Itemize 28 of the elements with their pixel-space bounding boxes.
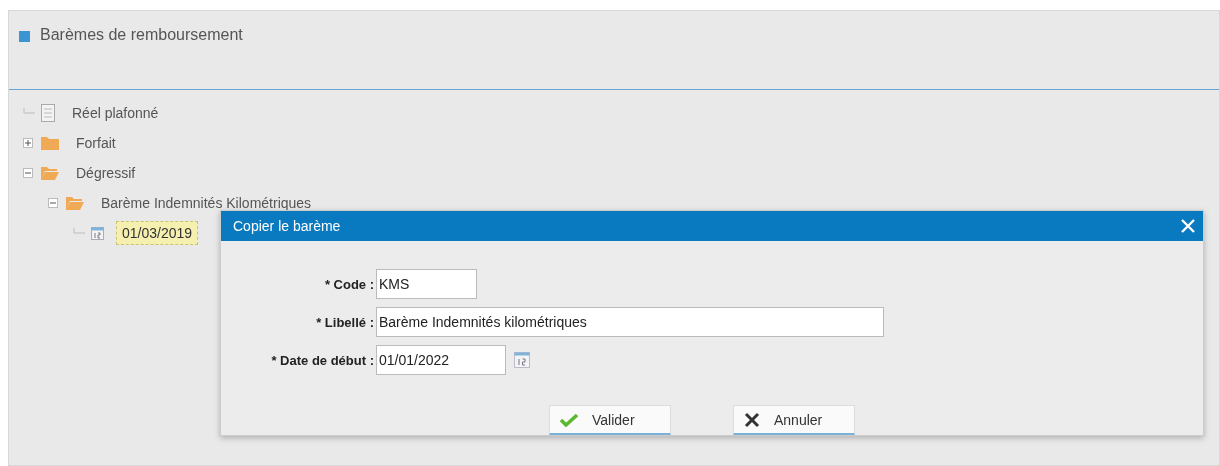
panel-icon [19, 31, 30, 42]
document-icon [41, 104, 55, 122]
close-icon[interactable] [1181, 219, 1195, 233]
panel-title: Barèmes de remboursement [40, 26, 243, 44]
tree-item[interactable]: 01/03/2019 [116, 221, 199, 245]
tree-item[interactable]: Dégressif [71, 162, 141, 184]
cancel-button[interactable]: Annuler [733, 405, 855, 435]
toggle-icon[interactable] [23, 168, 33, 178]
toggle-icon[interactable] [48, 198, 58, 208]
checkmark-icon [560, 412, 578, 427]
field-label: * Libellé : [315, 314, 374, 330]
calendar-icon[interactable] [514, 352, 530, 368]
toggle-icon[interactable] [23, 138, 33, 148]
dialog-title: Copier le barème [233, 218, 341, 234]
tree-item[interactable]: Réel plafonné [67, 102, 164, 124]
folder-icon [41, 166, 59, 180]
calendar-icon [91, 226, 104, 240]
folder-icon [41, 136, 59, 150]
field-label: * Date de début : [270, 352, 374, 368]
tree-item[interactable]: Barème Indemnités Kilométriques [96, 192, 317, 214]
input-field[interactable]: Barème Indemnités kilométriques [376, 307, 884, 337]
field-label: * Code : [323, 276, 374, 292]
tree-item[interactable]: Forfait [71, 132, 121, 154]
validate-button[interactable]: Valider [549, 405, 671, 435]
input-field[interactable]: KMS [376, 269, 477, 299]
input-field[interactable]: 01/01/2022 [376, 345, 506, 375]
folder-icon [66, 196, 84, 210]
cross-icon [744, 411, 760, 428]
